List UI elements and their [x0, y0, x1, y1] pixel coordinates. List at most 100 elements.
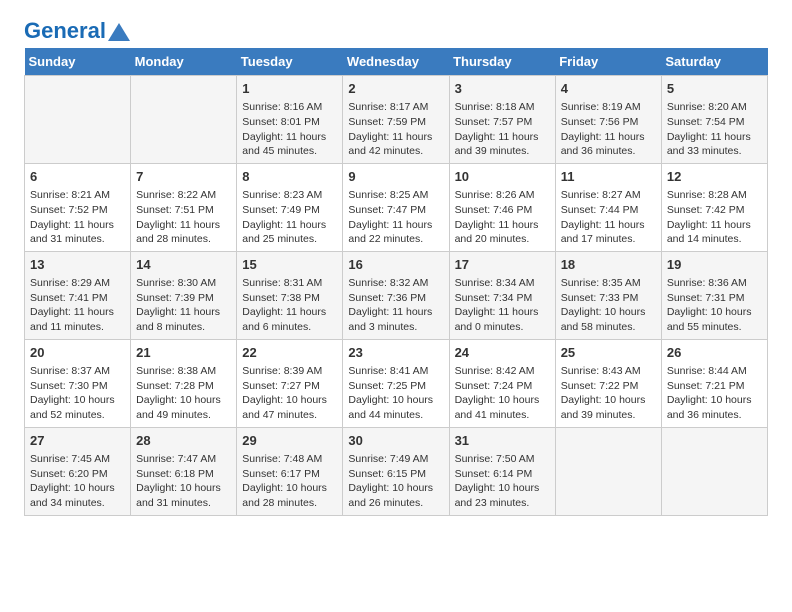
logo-icon: [108, 23, 130, 41]
calendar-header-row: SundayMondayTuesdayWednesdayThursdayFrid…: [25, 48, 768, 76]
day-info: Sunrise: 8:27 AM Sunset: 7:44 PM Dayligh…: [561, 188, 656, 247]
calendar-cell: 7Sunrise: 8:22 AM Sunset: 7:51 PM Daylig…: [131, 163, 237, 251]
calendar-week-3: 13 Sunrise: 8:29 AM Sunset: 7:41 PM Dayli…: [25, 251, 768, 339]
day-info: Sunrise: 7:49 AM Sunset: 6:15 PM Dayligh…: [348, 452, 443, 511]
calendar-week-1: 1 Sunrise: 8:16 AM Sunset: 8:01 PM Daylig…: [25, 76, 768, 164]
calendar-cell: [131, 76, 237, 164]
day-info: Sunrise: 8:32 AM Sunset: 7:36 PM Dayligh…: [348, 276, 443, 335]
day-number: 8: [242, 168, 337, 186]
weekday-header-tuesday: Tuesday: [237, 48, 343, 76]
weekday-header-wednesday: Wednesday: [343, 48, 449, 76]
calendar-cell: 31 Sunrise: 7:50 AM Sunset: 6:14 PM Dayli…: [449, 427, 555, 515]
calendar-cell: 26 Sunrise: 8:44 AM Sunset: 7:21 PM Dayli…: [661, 339, 767, 427]
day-number: 9: [348, 168, 443, 186]
calendar-cell: 6 Sunrise: 8:21 AM Sunset: 7:52 PM Daylig…: [25, 163, 131, 251]
day-info: Sunrise: 7:45 AM Sunset: 6:20 PM Dayligh…: [30, 452, 125, 511]
calendar-table: SundayMondayTuesdayWednesdayThursdayFrid…: [24, 48, 768, 516]
calendar-cell: 25 Sunrise: 8:43 AM Sunset: 7:22 PM Dayli…: [555, 339, 661, 427]
page-header: General: [24, 20, 768, 38]
calendar-cell: 17 Sunrise: 8:34 AM Sunset: 7:34 PM Dayli…: [449, 251, 555, 339]
calendar-cell: 16 Sunrise: 8:32 AM Sunset: 7:36 PM Dayli…: [343, 251, 449, 339]
calendar-cell: 22 Sunrise: 8:39 AM Sunset: 7:27 PM Dayli…: [237, 339, 343, 427]
day-info: Sunrise: 8:34 AM Sunset: 7:34 PM Dayligh…: [455, 276, 550, 335]
weekday-header-monday: Monday: [131, 48, 237, 76]
day-info: Sunrise: 7:50 AM Sunset: 6:14 PM Dayligh…: [455, 452, 550, 511]
weekday-header-saturday: Saturday: [661, 48, 767, 76]
day-info: Sunrise: 8:21 AM Sunset: 7:52 PM Dayligh…: [30, 188, 125, 247]
day-info: Sunrise: 8:44 AM Sunset: 7:21 PM Dayligh…: [667, 364, 762, 423]
day-info: Sunrise: 8:37 AM Sunset: 7:30 PM Dayligh…: [30, 364, 125, 423]
calendar-cell: 18Sunrise: 8:35 AM Sunset: 7:33 PM Dayli…: [555, 251, 661, 339]
day-info: Sunrise: 7:47 AM Sunset: 6:18 PM Dayligh…: [136, 452, 231, 511]
day-number: 25: [561, 344, 656, 362]
calendar-cell: 30 Sunrise: 7:49 AM Sunset: 6:15 PM Dayli…: [343, 427, 449, 515]
day-info: Sunrise: 8:31 AM Sunset: 7:38 PM Dayligh…: [242, 276, 337, 335]
day-number: 14: [136, 256, 231, 274]
day-number: 18: [561, 256, 656, 274]
weekday-header-thursday: Thursday: [449, 48, 555, 76]
calendar-cell: 9 Sunrise: 8:25 AM Sunset: 7:47 PM Daylig…: [343, 163, 449, 251]
calendar-week-4: 20 Sunrise: 8:37 AM Sunset: 7:30 PM Dayli…: [25, 339, 768, 427]
calendar-cell: 10Sunrise: 8:26 AM Sunset: 7:46 PM Dayli…: [449, 163, 555, 251]
calendar-cell: 19Sunrise: 8:36 AM Sunset: 7:31 PM Dayli…: [661, 251, 767, 339]
day-info: Sunrise: 8:38 AM Sunset: 7:28 PM Dayligh…: [136, 364, 231, 423]
day-info: Sunrise: 8:25 AM Sunset: 7:47 PM Dayligh…: [348, 188, 443, 247]
day-number: 24: [455, 344, 550, 362]
day-info: Sunrise: 8:26 AM Sunset: 7:46 PM Dayligh…: [455, 188, 550, 247]
calendar-cell: [555, 427, 661, 515]
day-info: Sunrise: 8:16 AM Sunset: 8:01 PM Dayligh…: [242, 100, 337, 159]
day-info: Sunrise: 8:19 AM Sunset: 7:56 PM Dayligh…: [561, 100, 656, 159]
calendar-cell: 13 Sunrise: 8:29 AM Sunset: 7:41 PM Dayli…: [25, 251, 131, 339]
day-number: 31: [455, 432, 550, 450]
calendar-cell: 21 Sunrise: 8:38 AM Sunset: 7:28 PM Dayli…: [131, 339, 237, 427]
day-info: Sunrise: 8:23 AM Sunset: 7:49 PM Dayligh…: [242, 188, 337, 247]
calendar-cell: 2 Sunrise: 8:17 AM Sunset: 7:59 PM Daylig…: [343, 76, 449, 164]
calendar-cell: 8 Sunrise: 8:23 AM Sunset: 7:49 PM Daylig…: [237, 163, 343, 251]
weekday-header-sunday: Sunday: [25, 48, 131, 76]
day-number: 17: [455, 256, 550, 274]
day-number: 16: [348, 256, 443, 274]
day-number: 20: [30, 344, 125, 362]
calendar-week-5: 27 Sunrise: 7:45 AM Sunset: 6:20 PM Dayli…: [25, 427, 768, 515]
logo-text: General: [24, 20, 106, 42]
calendar-cell: 1 Sunrise: 8:16 AM Sunset: 8:01 PM Daylig…: [237, 76, 343, 164]
calendar-cell: 14Sunrise: 8:30 AM Sunset: 7:39 PM Dayli…: [131, 251, 237, 339]
weekday-header-friday: Friday: [555, 48, 661, 76]
calendar-cell: 3 Sunrise: 8:18 AM Sunset: 7:57 PM Daylig…: [449, 76, 555, 164]
day-info: Sunrise: 8:28 AM Sunset: 7:42 PM Dayligh…: [667, 188, 762, 247]
day-number: 6: [30, 168, 125, 186]
day-number: 26: [667, 344, 762, 362]
day-number: 30: [348, 432, 443, 450]
day-info: Sunrise: 8:39 AM Sunset: 7:27 PM Dayligh…: [242, 364, 337, 423]
day-number: 29: [242, 432, 337, 450]
day-info: Sunrise: 8:43 AM Sunset: 7:22 PM Dayligh…: [561, 364, 656, 423]
day-info: Sunrise: 8:17 AM Sunset: 7:59 PM Dayligh…: [348, 100, 443, 159]
calendar-cell: 23Sunrise: 8:41 AM Sunset: 7:25 PM Dayli…: [343, 339, 449, 427]
day-number: 11: [561, 168, 656, 186]
calendar-cell: 24 Sunrise: 8:42 AM Sunset: 7:24 PM Dayli…: [449, 339, 555, 427]
day-number: 2: [348, 80, 443, 98]
calendar-cell: 20 Sunrise: 8:37 AM Sunset: 7:30 PM Dayli…: [25, 339, 131, 427]
day-number: 27: [30, 432, 125, 450]
calendar-cell: 28 Sunrise: 7:47 AM Sunset: 6:18 PM Dayli…: [131, 427, 237, 515]
day-info: Sunrise: 8:18 AM Sunset: 7:57 PM Dayligh…: [455, 100, 550, 159]
calendar-cell: [661, 427, 767, 515]
day-info: Sunrise: 8:42 AM Sunset: 7:24 PM Dayligh…: [455, 364, 550, 423]
calendar-week-2: 6 Sunrise: 8:21 AM Sunset: 7:52 PM Daylig…: [25, 163, 768, 251]
calendar-cell: 11 Sunrise: 8:27 AM Sunset: 7:44 PM Dayli…: [555, 163, 661, 251]
day-info: Sunrise: 8:36 AM Sunset: 7:31 PM Dayligh…: [667, 276, 762, 335]
day-number: 7: [136, 168, 231, 186]
day-info: Sunrise: 8:29 AM Sunset: 7:41 PM Dayligh…: [30, 276, 125, 335]
calendar-cell: 15Sunrise: 8:31 AM Sunset: 7:38 PM Dayli…: [237, 251, 343, 339]
logo: General: [24, 20, 130, 38]
day-number: 22: [242, 344, 337, 362]
calendar-cell: 29Sunrise: 7:48 AM Sunset: 6:17 PM Dayli…: [237, 427, 343, 515]
day-number: 3: [455, 80, 550, 98]
calendar-cell: 4Sunrise: 8:19 AM Sunset: 7:56 PM Daylig…: [555, 76, 661, 164]
day-number: 13: [30, 256, 125, 274]
day-info: Sunrise: 8:20 AM Sunset: 7:54 PM Dayligh…: [667, 100, 762, 159]
day-number: 28: [136, 432, 231, 450]
day-number: 1: [242, 80, 337, 98]
day-number: 21: [136, 344, 231, 362]
calendar-cell: 12Sunrise: 8:28 AM Sunset: 7:42 PM Dayli…: [661, 163, 767, 251]
